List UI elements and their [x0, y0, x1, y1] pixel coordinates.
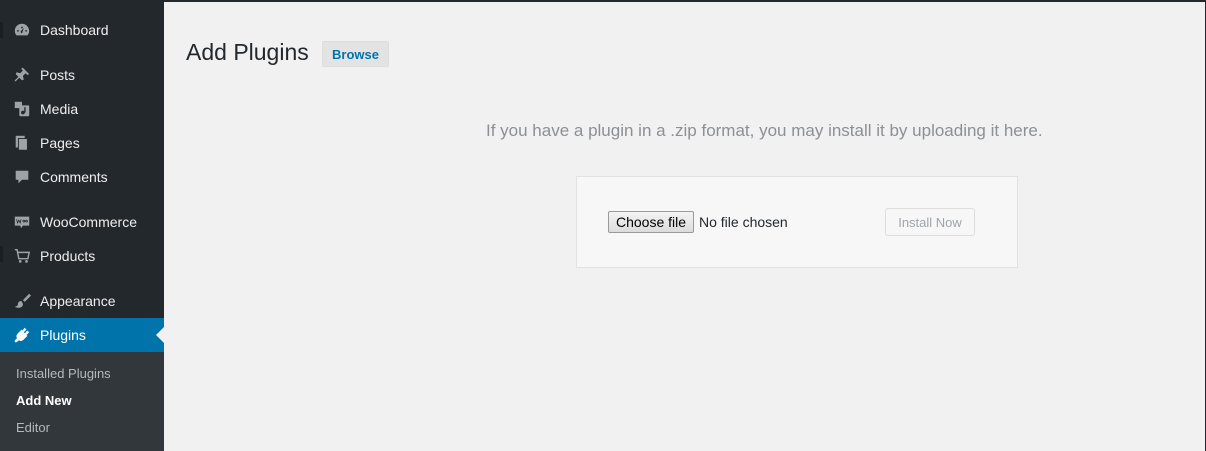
submenu-item-add-new[interactable]: Add New	[16, 393, 72, 408]
file-status-text: No file chosen	[699, 214, 788, 230]
comment-bubble-icon	[12, 167, 32, 187]
sidebar-item-posts[interactable]: Posts	[0, 58, 164, 92]
sidebar-item-label: Plugins	[40, 327, 86, 343]
cart-icon	[12, 246, 32, 266]
sidebar-item-plugins[interactable]: Plugins	[0, 318, 164, 352]
choose-file-button[interactable]: Choose file	[608, 211, 695, 233]
upload-instructions: If you have a plugin in a .zip format, y…	[486, 121, 1043, 140]
sidebar-item-label: Posts	[40, 67, 76, 83]
page-title: Add Plugins	[186, 39, 309, 65]
sidebar-item-label: Products	[40, 248, 96, 264]
woocommerce-icon	[12, 212, 32, 232]
sidebar-item-media[interactable]: Media	[0, 92, 164, 126]
media-icon	[12, 99, 32, 119]
sidebar-item-label: Media	[40, 101, 79, 117]
sidebar-item-label: Appearance	[40, 293, 116, 309]
sidebar-item-label: Comments	[40, 169, 108, 185]
plugins-submenu: Installed Plugins Add New Editor	[0, 352, 164, 451]
sidebar-item-label: WooCommerce	[40, 214, 137, 230]
admin-sidebar: Dashboard Posts Media Pages Comments Woo…	[0, 0, 164, 451]
dashboard-icon	[12, 20, 32, 40]
main-content: Add Plugins Browse If you have a plugin …	[164, 2, 1205, 451]
sidebar-item-products[interactable]: Products	[0, 239, 164, 273]
sidebar-item-appearance[interactable]: Appearance	[0, 284, 164, 318]
sidebar-item-label: Pages	[40, 135, 80, 151]
submenu-item-editor[interactable]: Editor	[16, 420, 50, 435]
sidebar-item-dashboard[interactable]: Dashboard	[0, 13, 164, 47]
plugin-icon	[12, 325, 32, 345]
sidebar-item-label: Dashboard	[40, 22, 109, 38]
submenu-item-installed-plugins[interactable]: Installed Plugins	[16, 366, 111, 381]
sidebar-item-comments[interactable]: Comments	[0, 160, 164, 194]
paintbrush-icon	[12, 291, 32, 311]
sidebar-item-woocommerce[interactable]: WooCommerce	[0, 205, 164, 239]
pushpin-icon	[12, 65, 32, 85]
upload-form: Choose file No file chosen Install Now	[576, 176, 1018, 268]
pages-icon	[12, 133, 32, 153]
install-now-button[interactable]: Install Now	[885, 208, 975, 236]
browse-button[interactable]: Browse	[322, 41, 389, 67]
sidebar-item-pages[interactable]: Pages	[0, 126, 164, 160]
